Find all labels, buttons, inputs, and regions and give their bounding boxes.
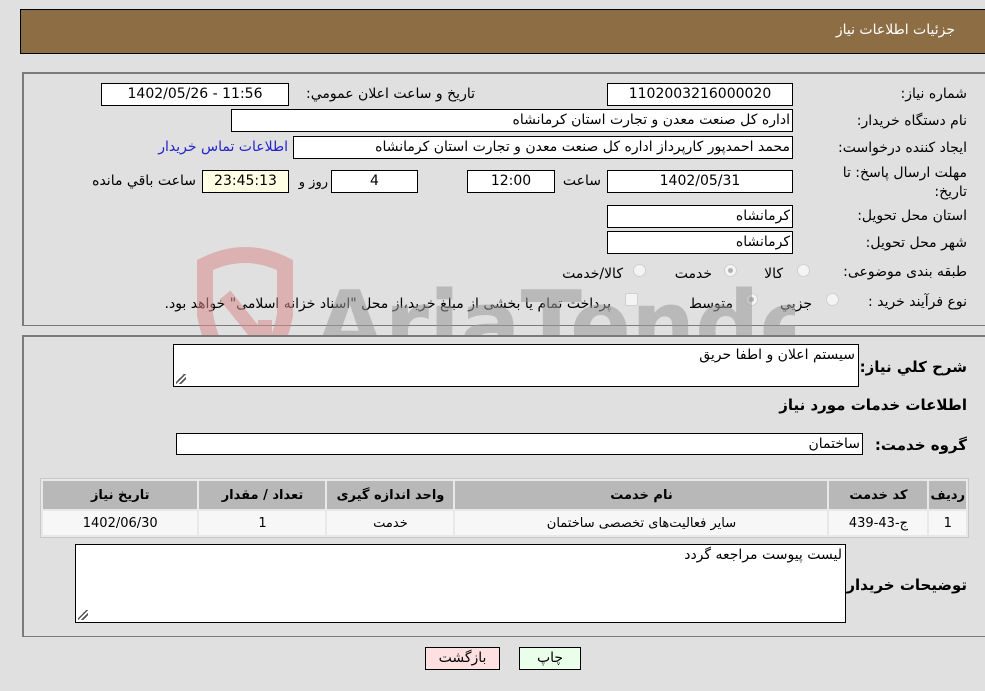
category-option-goods: کالا xyxy=(764,266,783,282)
delivery-city-field: کرمانشاه xyxy=(607,231,793,254)
deadline-time-label: ساعت xyxy=(562,173,601,189)
page-title: جزئیات اطلاعات نیاز xyxy=(835,22,955,38)
buyer-org-label: نام دستگاه خریدار: xyxy=(856,113,967,129)
buyer-notes-text: لیست پیوست مراجعه گردد xyxy=(684,547,842,563)
cell-row-number: 1 xyxy=(929,511,966,535)
cell-quantity: 1 xyxy=(199,511,326,535)
col-header-service-name: نام خدمت xyxy=(455,481,828,509)
deadline-time-field: 12:00 xyxy=(467,170,555,193)
process-radio-medium[interactable] xyxy=(745,293,758,306)
buyer-notes-textarea[interactable]: لیست پیوست مراجعه گردد xyxy=(75,544,846,623)
resize-grip-icon[interactable] xyxy=(78,610,88,620)
treasury-checkbox[interactable] xyxy=(625,293,638,306)
buyer-notes-label: توضیحات خریدار: xyxy=(840,576,967,594)
page-header: جزئیات اطلاعات نیاز xyxy=(20,9,985,54)
service-group-label: گروه خدمت: xyxy=(874,436,967,454)
service-group-field: ساختمان xyxy=(176,433,863,455)
delivery-city-label: شهر محل تحویل: xyxy=(865,235,967,251)
cell-need-date: 1402/06/30 xyxy=(43,511,198,535)
category-option-service: خدمت xyxy=(674,266,712,282)
category-label: طبقه بندی موضوعی: xyxy=(843,264,967,280)
remaining-time-label: ساعت باقي مانده xyxy=(92,173,196,189)
table-header-row: ردیف کد خدمت نام خدمت واحد اندازه گیری ت… xyxy=(43,481,966,509)
services-table: ردیف کد خدمت نام خدمت واحد اندازه گیری ت… xyxy=(40,478,969,538)
announce-datetime-field: 1402/05/26 - 11:56 xyxy=(101,83,289,106)
cell-service-name: سایر فعالیت‌های تخصصی ساختمان xyxy=(455,511,828,535)
col-header-quantity: تعداد / مقدار xyxy=(199,481,326,509)
need-number-label: شماره نیاز: xyxy=(900,86,968,102)
col-header-row-number: ردیف xyxy=(929,481,966,509)
buyer-contact-link[interactable]: اطلاعات تماس خریدار xyxy=(158,139,288,155)
announce-datetime-label: تاریخ و ساعت اعلان عمومي: xyxy=(306,86,475,102)
summary-text: سیستم اعلان و اطفا حریق xyxy=(699,347,855,363)
remaining-time-field: 23:45:13 xyxy=(202,170,289,193)
resize-grip-icon[interactable] xyxy=(176,374,186,384)
cell-unit: خدمت xyxy=(327,511,454,535)
print-button[interactable]: چاپ xyxy=(519,647,581,670)
treasury-note: پرداخت تمام یا بخشی از مبلغ خرید،از محل … xyxy=(164,296,611,312)
delivery-province-field: کرمانشاه xyxy=(607,205,793,228)
deadline-date-field: 1402/05/31 xyxy=(607,170,793,193)
category-radio-goods-service[interactable] xyxy=(633,264,646,277)
back-button[interactable]: بازگشت xyxy=(425,647,500,670)
summary-textarea[interactable]: سیستم اعلان و اطفا حریق xyxy=(173,344,859,387)
col-header-service-code: کد خدمت xyxy=(829,481,928,509)
buyer-org-field: اداره کل صنعت معدن و تجارت استان کرمانشا… xyxy=(231,109,793,132)
process-radio-minor[interactable] xyxy=(826,293,839,306)
col-header-need-date: تاریخ نیاز xyxy=(43,481,198,509)
col-header-unit: واحد اندازه گیری xyxy=(327,481,454,509)
requester-field: محمد احمدپور کارپرداز اداره کل صنعت معدن… xyxy=(293,136,793,159)
cell-service-code: ج-43-439 xyxy=(829,511,928,535)
services-heading: اطلاعات خدمات مورد نیاز xyxy=(779,396,967,414)
summary-label: شرح کلي نیاز: xyxy=(859,358,967,376)
category-radio-goods[interactable] xyxy=(797,264,810,277)
deadline-label: مهلت ارسال پاسخ: تا تاریخ: xyxy=(842,165,967,200)
delivery-province-label: استان محل تحویل: xyxy=(857,208,967,224)
category-option-goods-service: کالا/خدمت xyxy=(562,266,623,282)
process-option-minor: جزیي xyxy=(780,296,812,312)
need-number-field: 1102003216000020 xyxy=(607,83,793,106)
remaining-days-field: 4 xyxy=(331,170,418,193)
category-radio-service[interactable] xyxy=(724,264,737,277)
remaining-days-label: روز و xyxy=(298,175,328,190)
table-row: 1 ج-43-439 سایر فعالیت‌های تخصصی ساختمان… xyxy=(43,511,966,535)
requester-label: ایجاد کننده درخواست: xyxy=(838,140,967,156)
purchase-process-label: نوع فرآیند خرید : xyxy=(868,294,967,310)
process-option-medium: متوسط xyxy=(689,296,733,312)
